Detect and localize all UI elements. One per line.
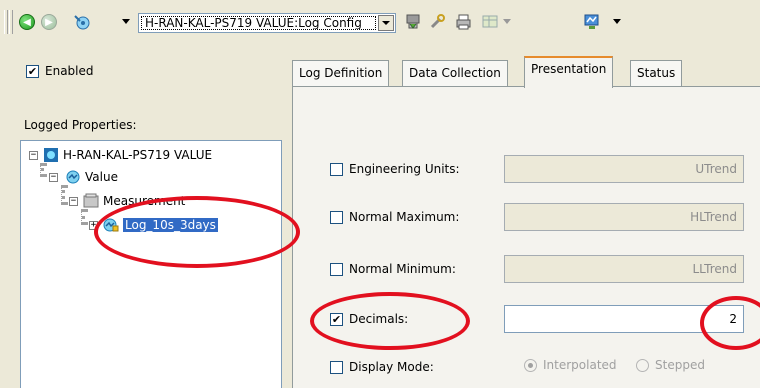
tree-node-value[interactable]: Value [65,169,118,185]
normal-minimum-label: Normal Minimum: [349,262,456,276]
presentation-panel [292,86,760,388]
log-group-icon [83,193,99,209]
engineering-units-row[interactable]: Engineering Units: [330,162,460,176]
stepped-radio-row[interactable]: Stepped [636,358,705,372]
path-combobox-dropdown-button[interactable] [378,15,394,31]
decimals-field[interactable]: 2 [504,305,744,333]
interpolated-radio-row[interactable]: Interpolated [524,358,617,372]
normal-minimum-checkbox[interactable] [330,262,343,276]
decimals-label: Decimals: [349,312,409,326]
monitor-icon [584,14,599,29]
tree-connector [61,185,65,205]
connect-icon [74,15,90,30]
tree-node-root[interactable]: H-RAN-KAL-PS719 VALUE [43,147,212,163]
decimals-row[interactable]: ✔ Decimals: [330,312,408,326]
path-combobox[interactable]: H-RAN-KAL-PS719 VALUE:Log Config [138,13,396,33]
tree-node-measurement[interactable]: Measurement [83,193,185,209]
enabled-checkbox-row[interactable]: ✔ Enabled [26,64,94,78]
tab-data-collection[interactable]: Data Collection [402,60,508,86]
normal-minimum-row[interactable]: Normal Minimum: [330,262,456,276]
enabled-label: Enabled [45,64,94,78]
toolbar-grip-secondary[interactable] [9,10,13,34]
normal-minimum-field[interactable]: LLTrend [504,255,744,283]
display-mode-row[interactable]: Display Mode: [330,360,434,374]
engineering-units-label: Engineering Units: [349,162,460,176]
tree-node-root-label: H-RAN-KAL-PS719 VALUE [63,148,213,162]
tree-collapse-value[interactable]: − [49,173,58,182]
tree-node-log-label: Log_10s_3days [123,218,218,232]
back-button[interactable]: ◀ [18,13,36,31]
tree-connector [81,209,85,225]
toolbar: ◀ ▶ H-RAN-KAL-PS719 VALUE:Log Config [0,0,760,44]
tree-expand-log[interactable]: + [89,221,98,230]
logged-properties-label: Logged Properties: [24,118,137,132]
stepped-label: Stepped [655,358,705,372]
logged-properties-tree[interactable]: − H-RAN-KAL-PS719 VALUE − Value − Measur… [20,140,282,388]
path-combobox-value[interactable]: H-RAN-KAL-PS719 VALUE:Log Config [141,16,376,30]
tab-presentation[interactable]: Presentation [524,56,614,88]
normal-maximum-field[interactable]: HLTrend [504,203,744,231]
tab-log-definition[interactable]: Log Definition [292,60,390,86]
display-mode-checkbox[interactable] [330,360,343,374]
engineering-units-checkbox[interactable] [330,162,343,176]
enabled-checkbox[interactable]: ✔ [26,64,39,78]
table-icon [482,15,498,28]
normal-maximum-row[interactable]: Normal Maximum: [330,210,459,224]
interpolated-radio[interactable] [524,358,537,372]
back-icon: ◀ [19,14,35,30]
save-icon [406,14,420,29]
interpolated-label: Interpolated [543,358,617,372]
monitor-button[interactable] [582,12,602,32]
monitor-dropdown-arrow[interactable] [613,19,621,24]
tab-status[interactable]: Status [630,60,683,86]
tree-collapse-root[interactable]: − [29,151,38,160]
normal-maximum-label: Normal Maximum: [349,210,460,224]
forward-button[interactable]: ▶ [40,13,58,31]
tree-node-log[interactable]: Log_10s_3days [103,217,218,233]
decimals-checkbox[interactable]: ✔ [330,312,343,326]
table-button[interactable] [480,12,500,32]
tree-connector [40,163,44,177]
tree-node-measurement-label: Measurement [103,194,186,208]
display-mode-label: Display Mode: [349,360,434,374]
tools-icon [430,14,445,29]
print-icon [456,14,471,30]
tools-button[interactable] [428,12,448,32]
connect-button[interactable] [72,12,92,32]
connect-dropdown-arrow[interactable] [122,19,130,24]
property-icon [65,169,81,185]
forward-icon: ▶ [41,14,57,30]
toolbar-grip[interactable] [4,10,8,34]
normal-maximum-checkbox[interactable] [330,210,343,224]
log-icon [103,217,119,233]
engineering-units-field[interactable]: UTrend [504,155,744,183]
tree-node-value-label: Value [85,170,118,184]
table-dropdown-arrow[interactable] [503,19,511,24]
save-button[interactable] [403,12,423,32]
object-icon [43,147,59,163]
stepped-radio[interactable] [636,358,649,372]
tree-collapse-measurement[interactable]: − [69,197,78,206]
print-button[interactable] [453,12,473,32]
radio-selected-dot [528,362,533,368]
